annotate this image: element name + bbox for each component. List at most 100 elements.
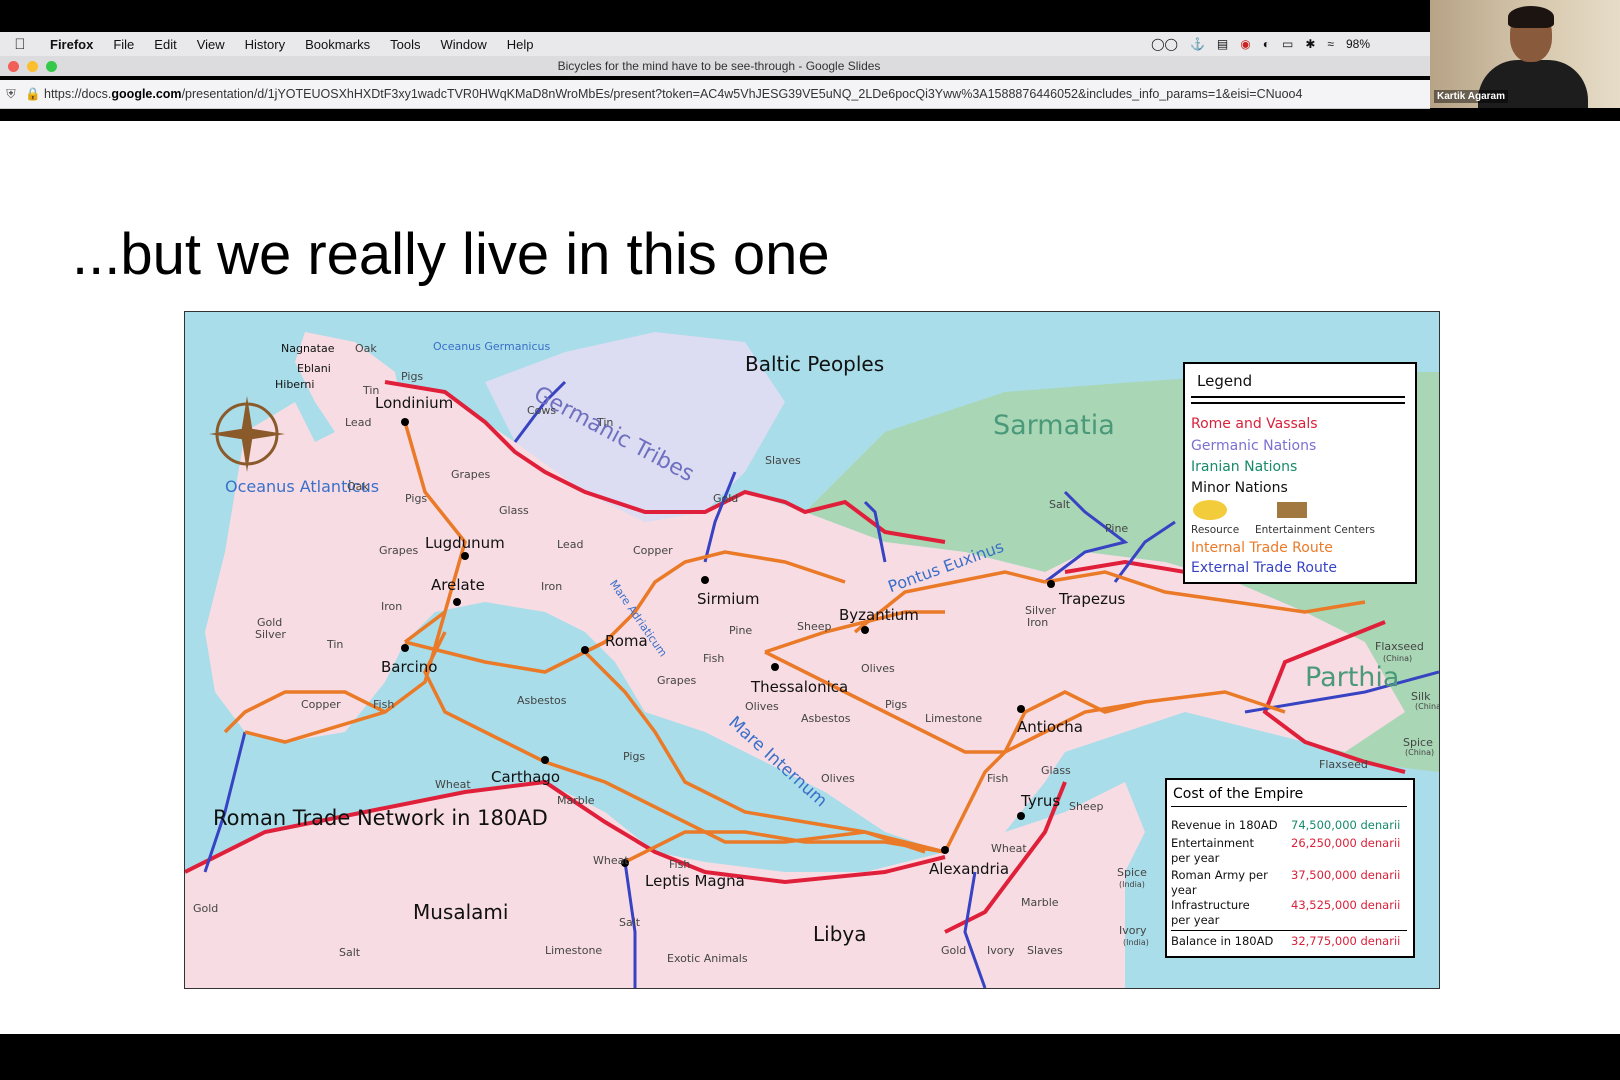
city-londinium: Londinium	[375, 394, 454, 412]
sync-icon[interactable]: ◐	[1263, 37, 1270, 51]
region-musalami: Musalami	[413, 900, 509, 924]
menu-tools[interactable]: Tools	[380, 37, 430, 52]
city-sirmium: Sirmium	[697, 590, 760, 608]
docker-icon[interactable]: ⚓	[1190, 37, 1205, 51]
city-carthago: Carthago	[491, 768, 561, 786]
place-hiberni: Hiberni	[275, 378, 315, 391]
resource-label: Exotic Animals	[667, 952, 748, 965]
window-controls	[0, 60, 108, 72]
map-caption: Roman Trade Network in 180AD	[213, 806, 548, 830]
resource-label: Iron	[541, 580, 563, 593]
legend-divider	[1191, 396, 1405, 404]
close-window-icon[interactable]	[8, 60, 19, 72]
resource-label: Sheep	[1069, 800, 1104, 813]
resource-label: Tin	[363, 384, 380, 397]
resource-label: Wheat	[991, 842, 1027, 855]
legend-rome-vassals: Rome and Vassals	[1191, 416, 1318, 432]
resource-label: Iron	[1027, 616, 1049, 629]
resource-note: (India)	[1119, 880, 1145, 889]
menu-help[interactable]: Help	[497, 37, 544, 52]
resource-label: Tin	[597, 416, 614, 429]
resource-label: Fish	[373, 698, 395, 711]
menu-file[interactable]: File	[103, 37, 144, 52]
clipboard-icon[interactable]: ▤	[1217, 37, 1228, 51]
resource-label: Fish	[703, 652, 725, 665]
zoom-window-icon[interactable]	[46, 60, 57, 72]
resource-label: Iron	[381, 600, 403, 613]
menu-view[interactable]: View	[187, 37, 235, 52]
resource-label: Glass	[1041, 764, 1071, 777]
apple-icon[interactable]: 	[0, 36, 40, 53]
shield-icon[interactable]: ⛨	[0, 87, 22, 102]
resource-label: Limestone	[545, 944, 603, 957]
resource-label: Olives	[821, 772, 855, 785]
resource-label: Spice	[1117, 866, 1147, 879]
window-titlebar: Bicycles for the mind have to be see-thr…	[0, 56, 1430, 76]
window-title: Bicycles for the mind have to be see-thr…	[557, 59, 881, 73]
region-sarmatia: Sarmatia	[993, 410, 1115, 441]
cost-revenue-label: Revenue in 180AD	[1171, 818, 1278, 832]
resource-label: Salt	[1049, 498, 1071, 511]
airplay-icon[interactable]: ▭	[1282, 37, 1293, 51]
cost-army-value: 37,500,000 denarii	[1291, 868, 1401, 882]
city-leptis-magna: Leptis Magna	[645, 872, 745, 890]
menu-edit[interactable]: Edit	[144, 37, 186, 52]
resource-label: Flaxseed	[1375, 640, 1424, 653]
resource-label: Pigs	[885, 698, 908, 711]
resource-label: Lead	[557, 538, 584, 551]
legend-external-route: External Trade Route	[1191, 560, 1337, 576]
resource-label: Asbestos	[517, 694, 567, 707]
resource-label: Grapes	[451, 468, 491, 481]
url-text[interactable]: https://docs.google.com/presentation/d/1…	[44, 87, 1430, 101]
city-antiocha: Antiocha	[1017, 718, 1083, 736]
resource-label: Fish	[669, 858, 691, 871]
resource-label: Pigs	[401, 370, 424, 383]
resource-label: Ivory	[987, 944, 1015, 957]
minimize-window-icon[interactable]	[27, 60, 38, 72]
record-icon[interactable]: ◉	[1240, 37, 1250, 51]
resource-label: Slaves	[1027, 944, 1063, 957]
glasses-icon[interactable]: ◯◯	[1151, 37, 1178, 51]
presentation-slide: ...but we really live in this one Baltic…	[0, 121, 1620, 1034]
resource-label: Oak	[347, 480, 369, 493]
legend-resource: Resource	[1191, 524, 1240, 536]
resource-label: Oak	[355, 342, 377, 355]
cost-balance-label: Balance in 180AD	[1171, 934, 1274, 948]
menu-app-firefox[interactable]: Firefox	[40, 37, 103, 52]
bluetooth-icon[interactable]: ✱	[1305, 37, 1315, 51]
cost-divider	[1171, 930, 1407, 931]
resource-label: Glass	[499, 504, 529, 517]
resource-label: Cows	[527, 404, 557, 417]
battery-percent[interactable]: 98%	[1346, 37, 1370, 51]
menu-history[interactable]: History	[235, 37, 295, 52]
menu-window[interactable]: Window	[431, 37, 497, 52]
resource-label: Copper	[633, 544, 673, 557]
city-arelate: Arelate	[431, 576, 485, 594]
roman-trade-map: Baltic Peoples Sarmatia Parthia Musalami…	[184, 311, 1440, 989]
wifi-icon[interactable]: ≈	[1327, 37, 1334, 51]
menu-bookmarks[interactable]: Bookmarks	[295, 37, 380, 52]
colosseum-icon	[1277, 502, 1307, 518]
cost-entertainment-value: 26,250,000 denarii	[1291, 836, 1401, 850]
map-legend: Legend Rome and Vassals Germanic Nations…	[1183, 362, 1417, 584]
cost-entertainment-label: Entertainment per year	[1171, 836, 1254, 865]
bottom-letterbox	[0, 1034, 1620, 1080]
gold-coin-icon	[1193, 500, 1227, 520]
resource-label: Ivory	[1119, 924, 1147, 937]
city-alexandria: Alexandria	[929, 860, 1010, 878]
lock-icon[interactable]: 🔒	[22, 87, 44, 102]
cost-revenue-value: 74,500,000 denarii	[1291, 818, 1401, 832]
resource-label: Salt	[619, 916, 641, 929]
resource-label: Grapes	[657, 674, 697, 687]
address-bar[interactable]: ⛨ 🔒 https://docs.google.com/presentation…	[0, 80, 1430, 109]
place-nagnatae: Nagnatae	[281, 342, 335, 355]
resource-label: Grapes	[379, 544, 419, 557]
resource-label: Asbestos	[801, 712, 851, 725]
resource-label: Pigs	[405, 492, 428, 505]
city-trapezus: Trapezus	[1059, 590, 1126, 608]
resource-label: Gold	[193, 902, 219, 915]
city-barcino: Barcino	[381, 658, 438, 676]
resource-label: Silver	[255, 628, 286, 641]
resource-label: Pine	[1105, 522, 1129, 535]
cost-army-label: Roman Army per year	[1171, 868, 1268, 897]
